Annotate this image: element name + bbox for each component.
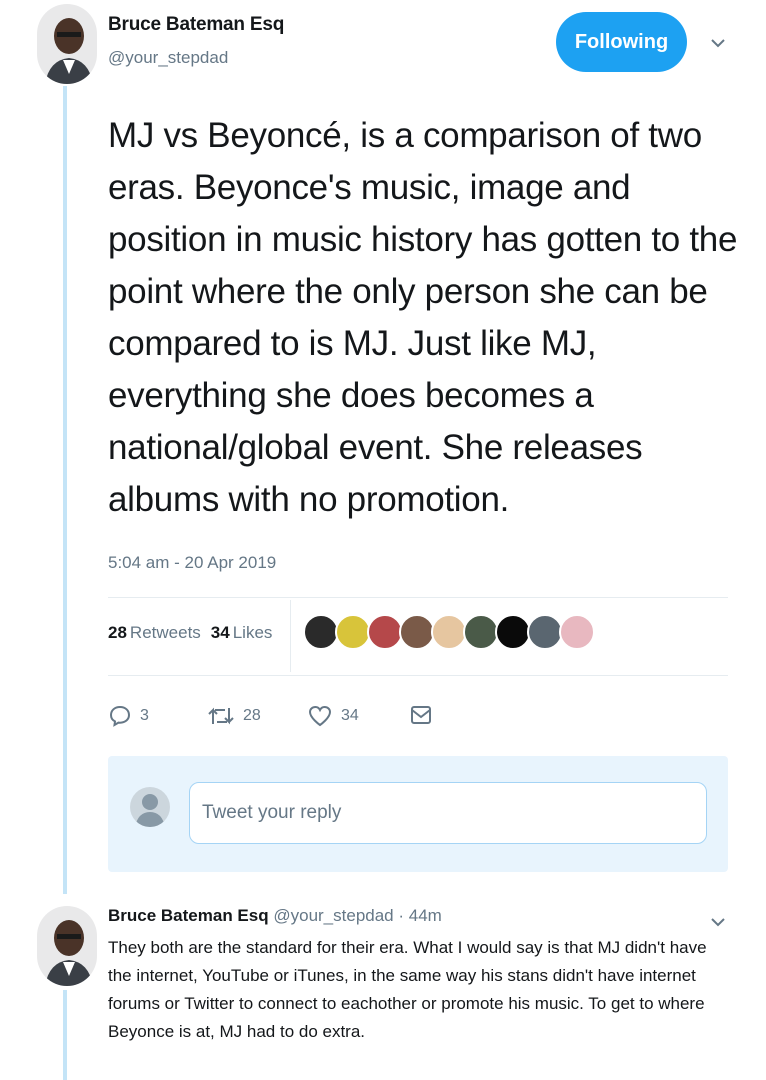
retweet-action[interactable]: 28: [207, 704, 261, 728]
tweet-text: MJ vs Beyoncé, is a comparison of two er…: [108, 116, 738, 519]
user-avatar: [130, 787, 170, 827]
reply-author-avatar[interactable]: [37, 906, 97, 986]
likes-stat[interactable]: 34 Likes: [211, 623, 273, 643]
author-name[interactable]: Bruce Bateman Esq: [108, 14, 284, 36]
like-count: 34: [341, 707, 359, 724]
retweet-count: 28: [243, 707, 261, 724]
like-action[interactable]: 34: [307, 704, 359, 728]
reply-icon: [109, 705, 131, 727]
liker-avatar[interactable]: [303, 614, 339, 650]
likes-label: Likes: [232, 623, 273, 642]
reply-input[interactable]: [189, 782, 707, 844]
liker-avatar[interactable]: [335, 614, 371, 650]
reply-count: 3: [140, 707, 149, 724]
stats-separator: [290, 600, 291, 672]
divider: [108, 675, 728, 676]
likers-avatars: [303, 614, 595, 650]
liker-avatar[interactable]: [495, 614, 531, 650]
heart-icon: [308, 705, 332, 727]
tweet-timestamp[interactable]: 5:04 am - 20 Apr 2019: [108, 553, 276, 573]
tweet-stats: 28 Retweets 34 Likes: [108, 623, 272, 643]
author-handle[interactable]: @your_stepdad: [108, 48, 228, 68]
chevron-down-icon[interactable]: [710, 33, 726, 54]
reply-author-name[interactable]: Bruce Bateman Esq: [108, 906, 269, 925]
thread-line-continuation: [63, 990, 67, 1080]
retweet-icon: [208, 707, 234, 725]
envelope-icon: [411, 706, 431, 724]
likes-count: 34: [210, 623, 230, 642]
direct-message-action[interactable]: [410, 704, 440, 726]
liker-avatar[interactable]: [463, 614, 499, 650]
author-avatar[interactable]: [37, 4, 97, 84]
liker-avatar[interactable]: [431, 614, 467, 650]
retweets-stat[interactable]: 28 Retweets: [108, 623, 201, 643]
liker-avatar[interactable]: [527, 614, 563, 650]
reply-header: Bruce Bateman Esq @your_stepdad · 44m: [108, 906, 442, 926]
reply-chevron-down-icon[interactable]: [710, 912, 726, 933]
thread-line: [63, 86, 67, 894]
divider: [108, 597, 728, 598]
reply-action[interactable]: 3: [108, 704, 149, 728]
reply-meta[interactable]: @your_stepdad · 44m: [273, 906, 441, 925]
retweets-count: 28: [108, 623, 127, 642]
liker-avatar[interactable]: [559, 614, 595, 650]
retweets-label: Retweets: [129, 623, 201, 642]
reply-text: They both are the standard for their era…: [108, 938, 707, 1041]
liker-avatar[interactable]: [399, 614, 435, 650]
following-button[interactable]: Following: [556, 12, 687, 72]
liker-avatar[interactable]: [367, 614, 403, 650]
